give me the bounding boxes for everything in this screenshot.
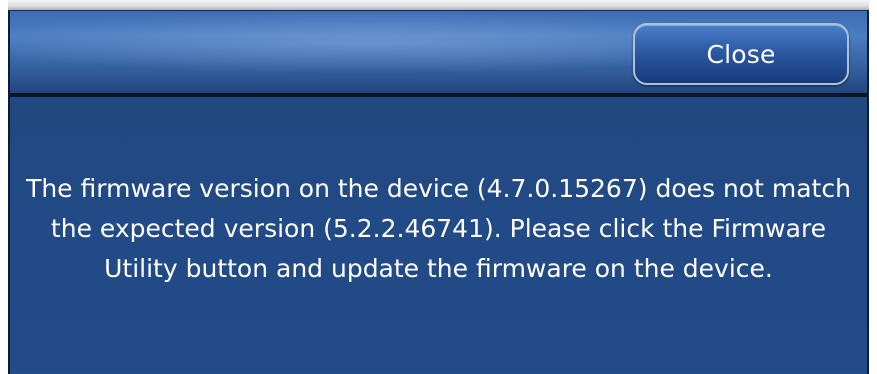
dialog-body: The firmware version on the device (4.7.… — [10, 97, 867, 373]
screen: Close The firmware version on the device… — [0, 0, 877, 374]
dialog-header: Close — [10, 11, 867, 97]
firmware-mismatch-dialog: Close The firmware version on the device… — [8, 10, 869, 374]
close-button[interactable]: Close — [633, 23, 849, 85]
close-button-label: Close — [706, 39, 776, 69]
firmware-mismatch-message: The firmware version on the device (4.7.… — [26, 174, 851, 283]
